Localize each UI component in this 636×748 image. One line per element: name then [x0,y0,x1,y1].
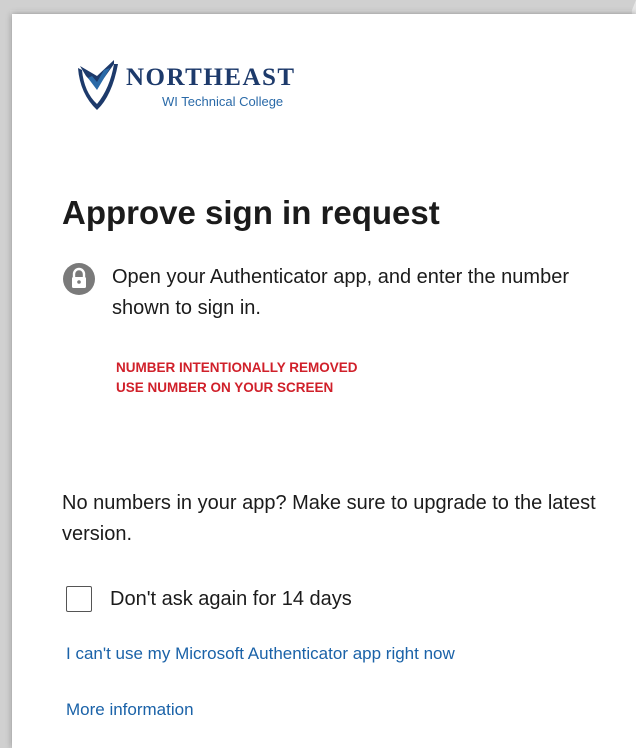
dont-ask-again-checkbox[interactable] [66,586,92,612]
notice-line-2: USE NUMBER ON YOUR SCREEN [116,380,334,395]
sign-in-card: NORTHEAST WI Technical College Approve s… [12,14,636,748]
college-subtitle: WI Technical College [162,94,284,109]
dont-ask-again-label[interactable]: Don't ask again for 14 days [110,588,352,611]
removed-number-notice: NUMBER INTENTIONALLY REMOVED USE NUMBER … [116,358,358,398]
notice-line-1: NUMBER INTENTIONALLY REMOVED [116,360,358,375]
cant-use-authenticator-link[interactable]: I can't use my Microsoft Authenticator a… [66,644,455,664]
instruction-text: Open your Authenticator app, and enter t… [112,266,569,319]
college-name: NORTHEAST [126,64,296,91]
upgrade-message: No numbers in your app? Make sure to upg… [62,492,596,545]
more-information-link[interactable]: More information [66,700,194,720]
shield-check-icon [78,60,118,110]
page-title: Approve sign in request [62,194,440,231]
lock-icon [63,263,95,295]
dont-ask-again-option[interactable]: Don't ask again for 14 days [66,584,352,614]
college-logo: NORTHEAST WI Technical College [74,52,334,122]
